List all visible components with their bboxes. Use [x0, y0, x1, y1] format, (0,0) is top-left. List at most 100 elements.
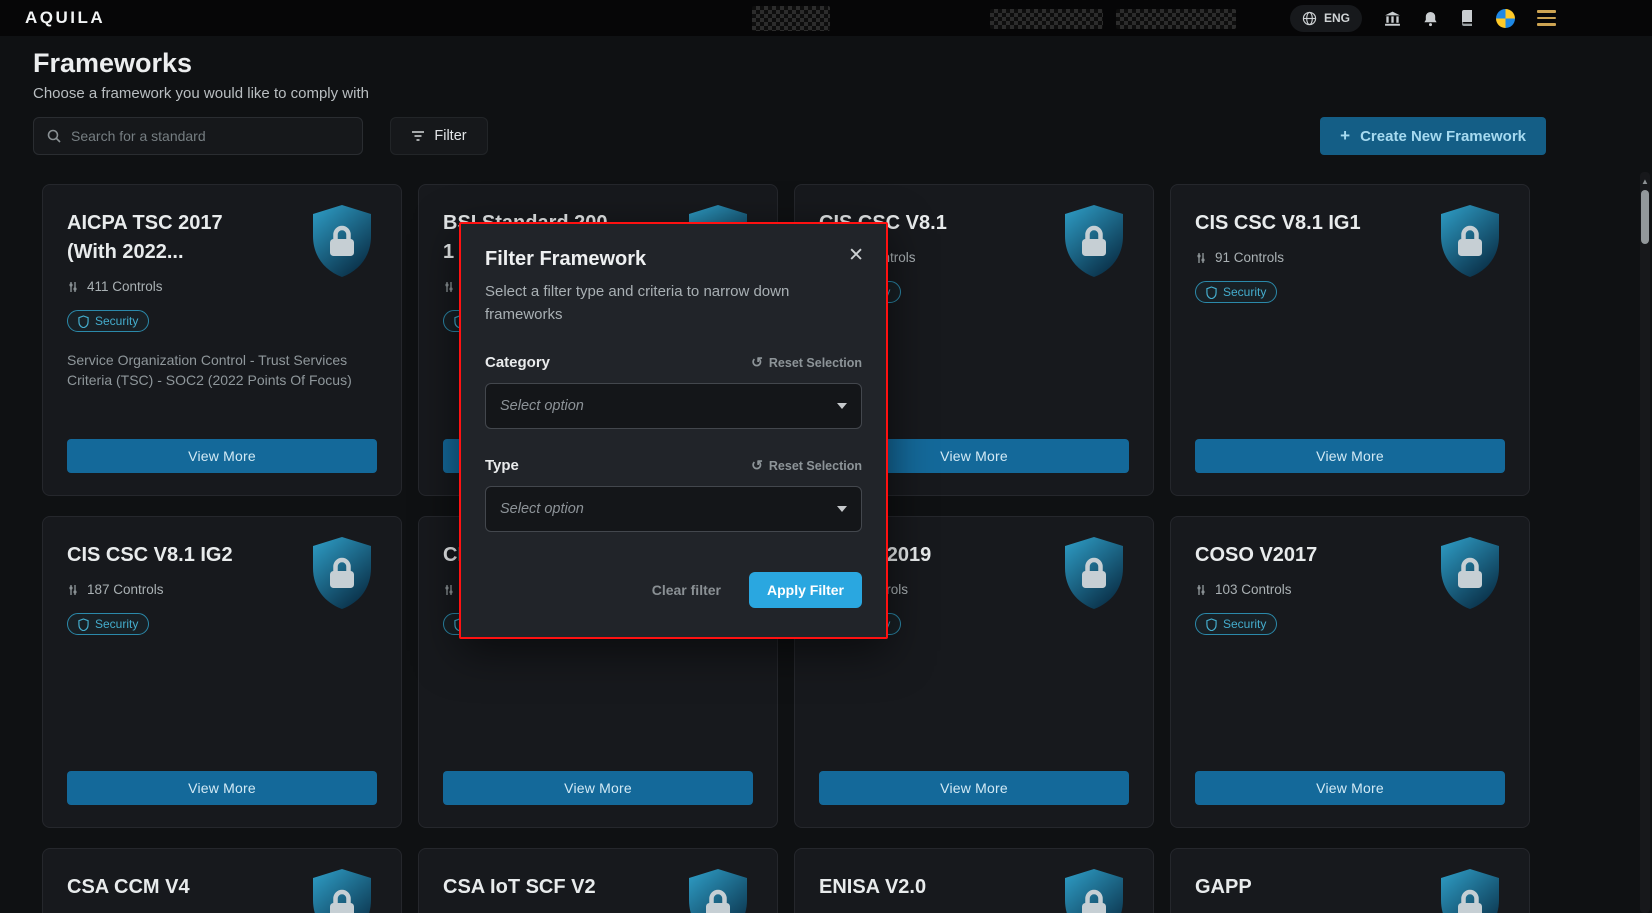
search-input[interactable] [71, 128, 350, 144]
shield-lock-icon [309, 535, 375, 611]
toolbar: Filter + Create New Framework [33, 117, 1652, 155]
controls-icon [67, 281, 79, 293]
type-label: Type [485, 457, 519, 474]
world-app-icon[interactable] [1496, 9, 1515, 28]
scrollbar-track[interactable]: ▲ [1640, 172, 1650, 913]
framework-card: GAPP View More [1170, 848, 1530, 913]
security-badge: Security [67, 310, 149, 332]
controls-icon [67, 584, 79, 596]
redacted-text [752, 6, 830, 31]
search-box[interactable] [33, 117, 363, 155]
view-more-button[interactable]: View More [67, 439, 377, 473]
category-select[interactable]: Select option [485, 383, 862, 429]
scrollbar-thumb[interactable] [1641, 190, 1649, 244]
language-label: ENG [1324, 11, 1350, 25]
shield-outline-icon [78, 618, 89, 631]
controls-label: 103 Controls [1215, 582, 1292, 597]
controls-label: 187 Controls [87, 582, 164, 597]
page-subtitle: Choose a framework you would like to com… [33, 85, 369, 102]
view-more-button[interactable]: View More [1195, 771, 1505, 805]
badge-label: Security [95, 314, 138, 328]
modal-actions: Clear filter Apply Filter [485, 572, 862, 608]
framework-card: CSA CCM V4 View More [42, 848, 402, 913]
shield-lock-icon [1437, 535, 1503, 611]
close-icon[interactable]: ✕ [848, 244, 864, 267]
framework-title: CSA IoT SCF V2 [443, 873, 619, 902]
modal-subtitle: Select a filter type and criteria to nar… [485, 281, 855, 326]
create-framework-button[interactable]: + Create New Framework [1320, 117, 1546, 155]
view-more-button[interactable]: View More [67, 771, 377, 805]
framework-title: AICPA TSC 2017 (With 2022... [67, 209, 243, 267]
brand-logo: AQUILA [25, 0, 105, 36]
shield-lock-icon [1061, 535, 1127, 611]
app-screen: AQUILA ENG [0, 0, 1652, 913]
badge-label: Security [1223, 285, 1266, 299]
controls-label: 91 Controls [1215, 250, 1284, 265]
security-badge: Security [1195, 281, 1277, 303]
shield-lock-icon [1437, 867, 1503, 913]
badge-label: Security [1223, 617, 1266, 631]
create-framework-label: Create New Framework [1360, 128, 1526, 145]
filter-framework-modal: Filter Framework ✕ Select a filter type … [459, 222, 888, 639]
controls-icon [443, 281, 455, 293]
top-bar: AQUILA ENG [0, 0, 1652, 36]
security-badge: Security [1195, 613, 1277, 635]
scroll-up-arrow-icon[interactable]: ▲ [1640, 172, 1650, 186]
shield-lock-icon [1061, 867, 1127, 913]
shield-lock-icon [685, 867, 751, 913]
category-row: Category ↺ Reset Selection [485, 354, 862, 371]
hamburger-menu-icon[interactable] [1537, 10, 1556, 25]
topbar-actions: ENG [1290, 0, 1556, 36]
framework-title: GAPP [1195, 873, 1371, 902]
shield-lock-icon [309, 867, 375, 913]
category-label: Category [485, 354, 550, 371]
reset-label: Reset Selection [769, 356, 862, 370]
chevron-down-icon [837, 403, 847, 409]
view-more-button[interactable]: View More [1195, 439, 1505, 473]
apply-filter-button[interactable]: Apply Filter [749, 572, 862, 608]
search-icon [46, 128, 62, 144]
shield-lock-icon [1061, 203, 1127, 279]
framework-title: ENISA V2.0 [819, 873, 995, 902]
framework-title: COSO V2017 [1195, 541, 1371, 570]
shield-lock-icon [1437, 203, 1503, 279]
type-row: Type ↺ Reset Selection [485, 457, 862, 474]
security-badge: Security [67, 613, 149, 635]
framework-title: CIS CSC V8.1 IG2 [67, 541, 243, 570]
controls-icon [1195, 584, 1207, 596]
plus-icon: + [1340, 126, 1350, 146]
filter-button-label: Filter [434, 128, 466, 144]
badge-label: Security [95, 617, 138, 631]
page-title: Frameworks [33, 48, 369, 79]
redacted-text [1116, 9, 1236, 29]
redacted-text [990, 9, 1103, 29]
language-selector[interactable]: ENG [1290, 5, 1362, 32]
framework-card: COSO V2017 103 Controls Security View Mo… [1170, 516, 1530, 828]
shield-outline-icon [1206, 286, 1217, 299]
docs-book-icon[interactable] [1460, 10, 1474, 26]
category-select-placeholder: Select option [500, 398, 584, 414]
framework-title: CSA CCM V4 [67, 873, 243, 902]
controls-label: 411 Controls [87, 279, 163, 294]
reset-label: Reset Selection [769, 459, 862, 473]
globe-icon [1302, 11, 1317, 26]
framework-title: CIS CSC V8.1 IG1 [1195, 209, 1371, 238]
shield-outline-icon [1206, 618, 1217, 631]
view-more-button[interactable]: View More [443, 771, 753, 805]
type-select[interactable]: Select option [485, 486, 862, 532]
framework-card: CIS CSC V8.1 IG1 91 Controls Security Vi… [1170, 184, 1530, 496]
organization-icon[interactable] [1384, 10, 1401, 27]
framework-card: ENISA V2.0 View More [794, 848, 1154, 913]
category-reset-button[interactable]: ↺ Reset Selection [751, 354, 862, 371]
filter-button[interactable]: Filter [390, 117, 488, 155]
type-reset-button[interactable]: ↺ Reset Selection [751, 457, 862, 474]
chevron-down-icon [837, 506, 847, 512]
shield-lock-icon [309, 203, 375, 279]
filter-icon [411, 130, 425, 142]
framework-card: AICPA TSC 2017 (With 2022... 411 Control… [42, 184, 402, 496]
reset-icon: ↺ [751, 354, 763, 371]
notifications-bell-icon[interactable] [1423, 10, 1438, 27]
view-more-button[interactable]: View More [819, 771, 1129, 805]
controls-icon [1195, 252, 1207, 264]
clear-filter-button[interactable]: Clear filter [652, 582, 721, 598]
